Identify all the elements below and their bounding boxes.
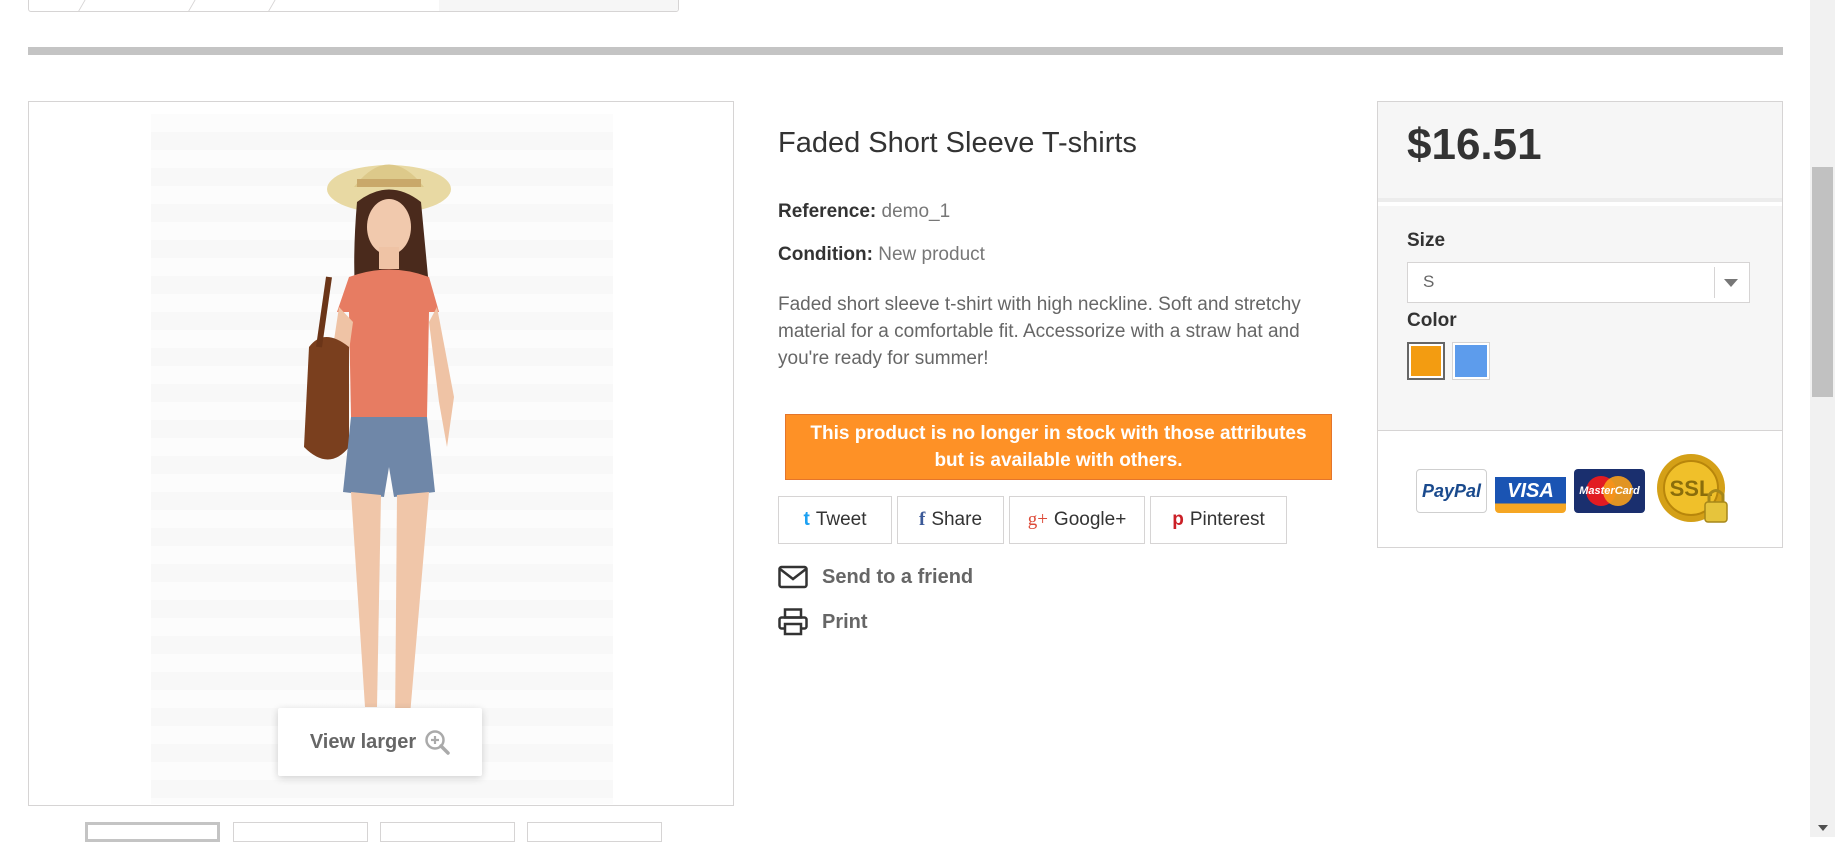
reference-value: demo_1 <box>881 201 951 222</box>
envelope-icon <box>778 565 808 589</box>
share-label: Share <box>931 509 983 530</box>
product-image-container[interactable]: View larger <box>28 101 734 806</box>
size-selected-value: S <box>1423 272 1435 291</box>
condition-value: New product <box>878 244 985 265</box>
send-to-friend-link[interactable]: Send to a friend <box>778 565 973 589</box>
send-to-friend-label: Send to a friend <box>822 565 974 588</box>
ssl-badge-icon: SSL <box>1657 454 1728 523</box>
product-reference: Reference: demo_1 <box>778 201 950 223</box>
visa-logo: VISA <box>1495 469 1566 513</box>
product-description: Faded short sleeve t-shirt with high nec… <box>778 291 1318 372</box>
mastercard-logo-text: MasterCard <box>1579 485 1640 497</box>
color-swatch-fill <box>1455 345 1487 377</box>
color-swatch-fill <box>1411 346 1441 376</box>
thumbnail-4[interactable] <box>527 822 662 842</box>
description-line: Faded short sleeve t-shirt with high nec… <box>778 294 1301 315</box>
google-plus-button[interactable]: g+ Google+ <box>1009 496 1145 544</box>
color-swatch-blue[interactable] <box>1452 342 1490 380</box>
page-scrollbar[interactable] <box>1810 0 1835 837</box>
breadcrumb-separator <box>187 0 202 11</box>
social-share-bar: t Tweet f Share g+ Google+ p Pinterest <box>778 496 1287 544</box>
print-label: Print <box>822 610 868 633</box>
view-larger-button[interactable]: View larger <box>278 708 482 776</box>
printer-icon <box>778 608 808 636</box>
thumbnail-2[interactable] <box>233 822 368 842</box>
google-plus-icon: g+ <box>1027 509 1048 530</box>
print-link[interactable]: Print <box>778 608 868 636</box>
chevron-down-icon[interactable] <box>1714 267 1745 298</box>
scrollbar-thumb[interactable] <box>1812 167 1833 397</box>
stock-warning-line: but is available with others. <box>934 450 1183 471</box>
visa-logo-text: VISA <box>1507 479 1554 502</box>
paypal-logo: PayPal <box>1416 469 1487 513</box>
condition-label: Condition: <box>778 244 873 265</box>
product-photo[interactable] <box>269 147 509 787</box>
reference-label: Reference: <box>778 201 877 222</box>
breadcrumb-separator <box>267 0 282 11</box>
description-line: you're ready for summer! <box>778 348 989 369</box>
section-divider <box>28 47 1783 55</box>
buy-box: $16.51 Size S Color PayPal VISA MasterCa… <box>1377 101 1783 548</box>
pinterest-icon: p <box>1172 509 1184 530</box>
price-area: $16.51 <box>1378 102 1782 202</box>
stock-warning: This product is no longer in stock with … <box>785 414 1332 480</box>
tweet-button[interactable]: t Tweet <box>778 496 892 544</box>
twitter-icon: t <box>803 509 810 530</box>
size-label: Size <box>1407 230 1446 251</box>
thumbnail-1[interactable] <box>85 822 220 842</box>
stock-warning-line: This product is no longer in stock with … <box>810 423 1307 444</box>
breadcrumb-separator <box>77 0 92 11</box>
view-larger-label: View larger <box>309 730 417 753</box>
breadcrumb-current <box>439 0 678 11</box>
mastercard-logo: MasterCard <box>1574 469 1645 513</box>
pinterest-button[interactable]: p Pinterest <box>1150 496 1287 544</box>
breadcrumb <box>28 0 679 12</box>
facebook-share-button[interactable]: f Share <box>897 496 1004 544</box>
description-line: material for a comfortable fit. Accessor… <box>778 321 1300 342</box>
tweet-label: Tweet <box>815 509 867 530</box>
pinterest-label: Pinterest <box>1189 509 1265 530</box>
zoom-in-icon <box>425 730 450 755</box>
thumbnail-3[interactable] <box>380 822 515 842</box>
facebook-icon: f <box>918 509 926 530</box>
product-price: $16.51 <box>1407 120 1542 169</box>
size-select[interactable]: S <box>1407 262 1750 303</box>
paypal-logo-text: PayPal <box>1421 480 1482 501</box>
google-label: Google+ <box>1053 509 1127 530</box>
color-label: Color <box>1407 310 1457 331</box>
scroll-down-arrow-icon[interactable] <box>1818 825 1828 831</box>
product-condition: Condition: New product <box>778 244 985 266</box>
payment-logos: PayPal VISA MasterCard SSL <box>1416 450 1735 532</box>
ssl-badge-text: SSL <box>1670 476 1713 501</box>
product-title: Faded Short Sleeve T-shirts <box>778 127 1137 159</box>
color-swatch-orange[interactable] <box>1407 342 1445 380</box>
